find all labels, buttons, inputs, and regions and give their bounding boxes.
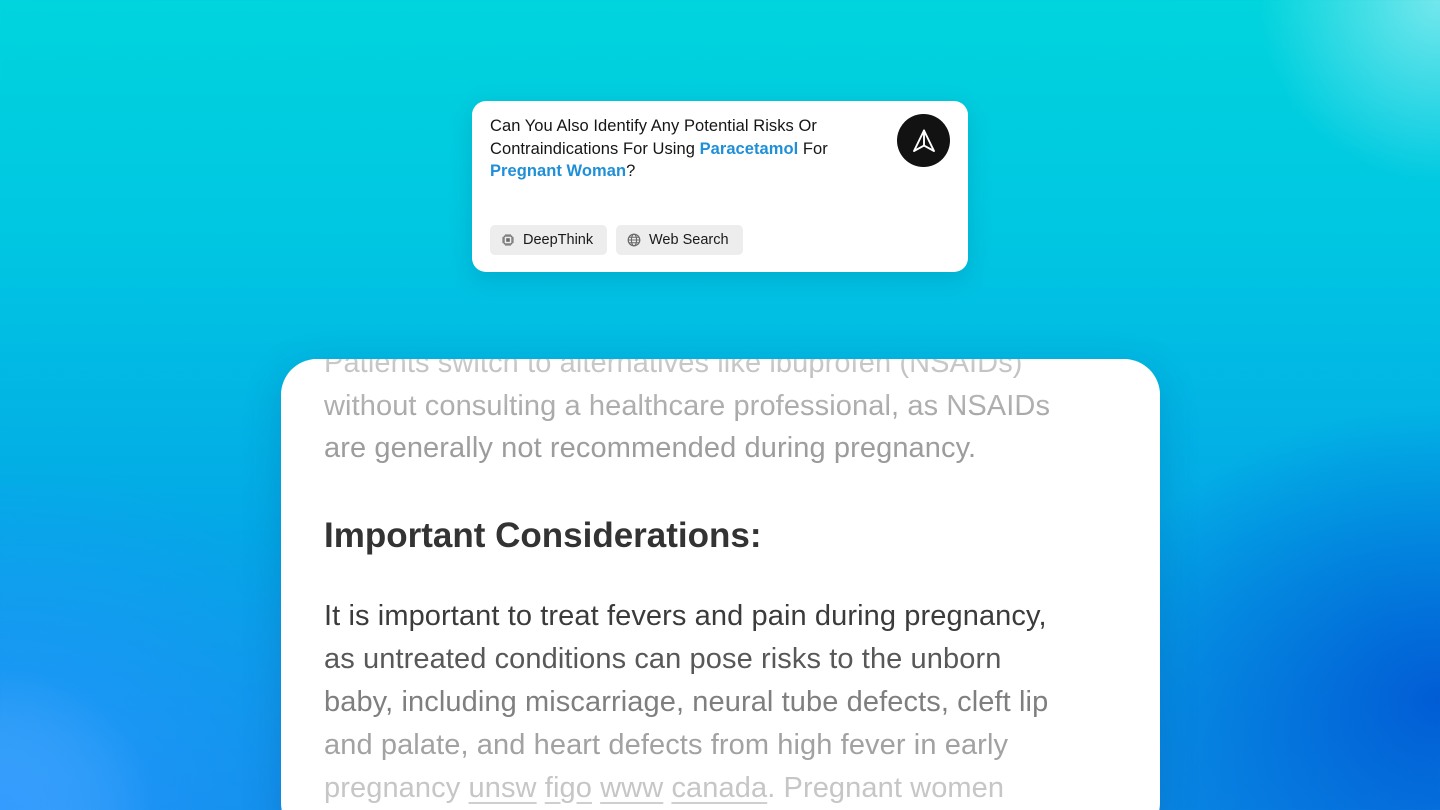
considerations-paragraph: It is important to treat fevers and pain… [324, 595, 1124, 810]
chip-icon [501, 233, 515, 247]
answer-line: It is important to treat fevers and pain… [324, 599, 1047, 632]
answer-line-citations: pregnancy unsw figo www canada. Pregnant… [324, 767, 1124, 810]
citation-link[interactable]: unsw [469, 772, 537, 804]
answer-line: as untreated conditions can pose risks t… [324, 642, 1002, 675]
answer-line: Patients switch to alternatives like ibu… [324, 359, 1023, 379]
citation-link[interactable]: canada [671, 772, 767, 804]
answer-content: Patients switch to alternatives like ibu… [324, 359, 1124, 810]
prompt-text-part: For [798, 139, 828, 158]
web-search-label: Web Search [649, 232, 729, 248]
answer-line: without consulting a healthcare professi… [324, 389, 1051, 422]
citation-link[interactable]: www [600, 772, 663, 804]
answer-line: and palate, and heart defects from high … [324, 728, 1009, 761]
answer-line: baby, including miscarriage, neural tube… [324, 685, 1049, 718]
previous-paragraph: Patients switch to alternatives like ibu… [324, 359, 1124, 470]
answer-text: pregnancy [324, 771, 469, 804]
prompt-card: Can You Also Identify Any Potential Risk… [472, 101, 968, 272]
web-search-button[interactable]: Web Search [616, 225, 743, 255]
deepthink-button[interactable]: DeepThink [490, 225, 607, 255]
answer-text: . Pregnant women [767, 771, 1005, 804]
prompt-text-part: ? [626, 162, 636, 180]
answer-card: Patients switch to alternatives like ibu… [281, 359, 1160, 810]
highlight-pregnant-woman: Pregnant Woman [490, 162, 627, 180]
section-heading: Important Considerations: [324, 515, 762, 555]
prompt-text[interactable]: Can You Also Identify Any Potential Risk… [490, 115, 882, 183]
globe-icon [627, 233, 641, 247]
send-arrow-icon [912, 129, 935, 152]
send-button[interactable] [897, 114, 950, 167]
deepthink-label: DeepThink [523, 232, 594, 248]
answer-line: are generally not recommended during pre… [324, 432, 977, 464]
citation-link[interactable]: figo [545, 772, 592, 804]
highlight-paracetamol: Paracetamol [699, 139, 799, 158]
